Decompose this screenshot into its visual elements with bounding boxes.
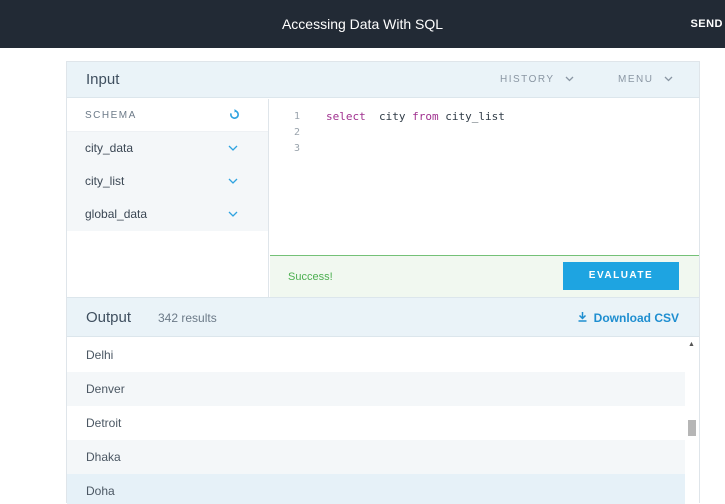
line-number: 1 <box>294 111 301 122</box>
list-item[interactable]: Dhaka <box>67 440 685 474</box>
chevron-down-icon[interactable] <box>228 132 238 165</box>
refresh-icon[interactable] <box>229 99 240 132</box>
list-item[interactable]: Delhi <box>67 338 685 372</box>
list-item[interactable]: Denver <box>67 372 685 406</box>
schema-item-label: global_data <box>85 207 148 221</box>
line-number: 2 <box>294 127 301 138</box>
schema-item-label: city_data <box>85 141 134 155</box>
status-bar: Success! EVALUATE <box>270 255 699 297</box>
schema-item-global-data[interactable]: global_data <box>67 198 268 231</box>
line-number: 3 <box>294 143 301 154</box>
output-label: Output <box>86 309 132 326</box>
send-button[interactable]: SEND <box>690 0 723 48</box>
scroll-up-arrow-icon[interactable]: ▲ <box>688 341 695 348</box>
sql-keyword: from <box>412 110 439 123</box>
history-button[interactable]: HISTORY <box>500 62 574 98</box>
list-item[interactable]: Detroit <box>67 406 685 440</box>
input-header: Input HISTORY MENU <box>67 62 699 98</box>
sql-workspace-panel: Input HISTORY MENU SCHEMA city_data city… <box>66 61 700 504</box>
download-icon <box>577 298 588 338</box>
list-item[interactable]: Doha <box>67 474 685 504</box>
code-line: 3 <box>270 141 699 157</box>
schema-item-city-list[interactable]: city_list <box>67 165 268 198</box>
result-count: 342 results <box>158 311 217 325</box>
download-label: Download CSV <box>593 311 679 325</box>
schema-title: SCHEMA <box>85 110 137 121</box>
output-header: Output 342 results Download CSV <box>67 297 699 337</box>
sql-token: city <box>365 110 413 123</box>
schema-item-label: city_list <box>85 174 125 188</box>
menu-label: MENU <box>618 74 654 85</box>
scroll-thumb[interactable] <box>688 420 696 436</box>
code-line: 1 select city from city_list <box>270 109 699 125</box>
chevron-down-icon <box>565 62 574 98</box>
page-title: Accessing Data With SQL <box>281 16 444 32</box>
history-label: HISTORY <box>500 74 555 85</box>
sql-editor[interactable]: 1 select city from city_list 2 3 <box>270 99 699 254</box>
results-scrollbar[interactable]: ▲ <box>685 338 699 504</box>
code-text: select city from city_list <box>326 109 505 125</box>
chevron-down-icon[interactable] <box>228 165 238 198</box>
chevron-down-icon[interactable] <box>228 198 238 231</box>
sql-keyword: select <box>326 110 366 123</box>
input-label: Input <box>86 71 120 88</box>
schema-item-city-data[interactable]: city_data <box>67 132 268 165</box>
schema-sidebar: SCHEMA city_data city_list global_data <box>67 99 269 297</box>
chevron-down-icon <box>664 62 673 98</box>
code-line: 2 <box>270 125 699 141</box>
sql-token: city_list <box>438 110 505 123</box>
status-message: Success! <box>288 271 333 283</box>
schema-header: SCHEMA <box>67 99 268 132</box>
download-csv-button[interactable]: Download CSV <box>577 298 679 338</box>
results-list[interactable]: Delhi Denver Detroit Dhaka Doha <box>67 338 685 504</box>
top-bar: Accessing Data With SQL SEND <box>0 0 725 48</box>
menu-button[interactable]: MENU <box>618 62 673 98</box>
evaluate-button[interactable]: EVALUATE <box>563 262 679 290</box>
